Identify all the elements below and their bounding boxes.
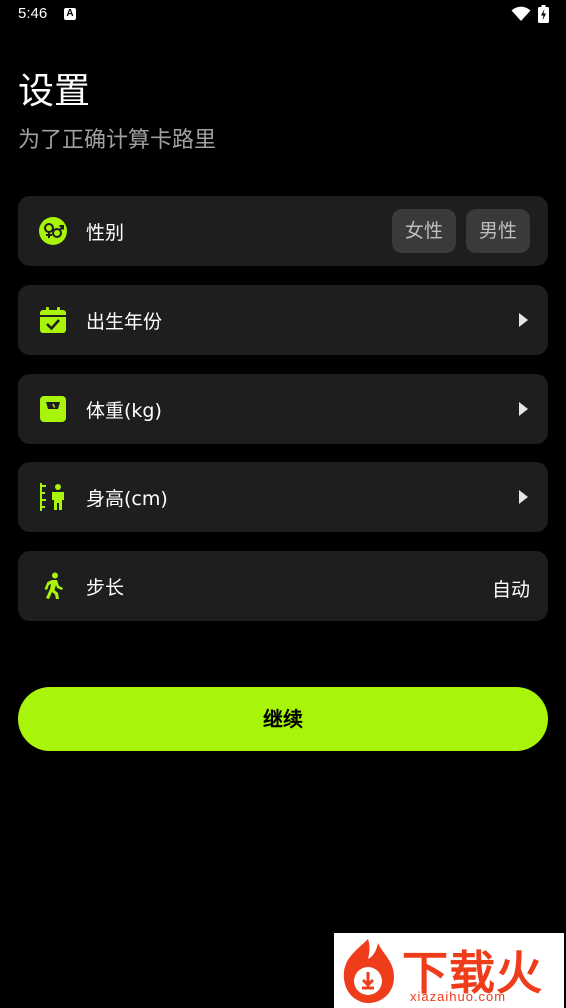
gender-label: 性别 xyxy=(86,222,125,244)
height-icon xyxy=(40,483,64,511)
watermark-logo: 下载火 xiazaihuo.com xyxy=(334,933,564,1008)
walking-icon xyxy=(44,572,63,599)
battery-icon xyxy=(538,5,549,23)
page-subtitle: 为了正确计算卡路里 xyxy=(18,128,217,153)
weight-row[interactable]: 体重(kg) xyxy=(18,374,548,444)
chevron-right-icon xyxy=(519,402,528,416)
height-row[interactable]: 身高(cm) xyxy=(18,462,548,532)
flame-logo-icon xyxy=(343,939,394,1003)
status-bar: 5:46 A xyxy=(0,0,566,30)
wifi-icon xyxy=(511,6,531,21)
female-option-button[interactable]: 女性 xyxy=(392,209,456,253)
stride-label: 步长 xyxy=(86,577,125,599)
watermark-url: xiazaihuo.com xyxy=(410,989,507,1004)
scale-icon xyxy=(40,396,66,422)
continue-button[interactable]: 继续 xyxy=(18,687,548,751)
stride-row[interactable]: 步长 自动 xyxy=(18,551,548,621)
status-time: 5:46 xyxy=(18,5,48,22)
calendar-icon xyxy=(40,307,66,333)
chevron-right-icon xyxy=(519,313,528,327)
chevron-right-icon xyxy=(519,490,528,504)
notification-icon: A xyxy=(64,8,76,20)
stride-value: 自动 xyxy=(491,579,530,601)
birth-year-label: 出生年份 xyxy=(86,311,163,333)
male-option-button[interactable]: 男性 xyxy=(466,209,530,253)
gender-icon xyxy=(39,217,67,245)
weight-label: 体重(kg) xyxy=(86,400,162,422)
height-label: 身高(cm) xyxy=(86,488,168,510)
birth-year-row[interactable]: 出生年份 xyxy=(18,285,548,355)
gender-row: 性别 女性 男性 xyxy=(18,196,548,266)
page-title: 设置 xyxy=(18,71,91,112)
